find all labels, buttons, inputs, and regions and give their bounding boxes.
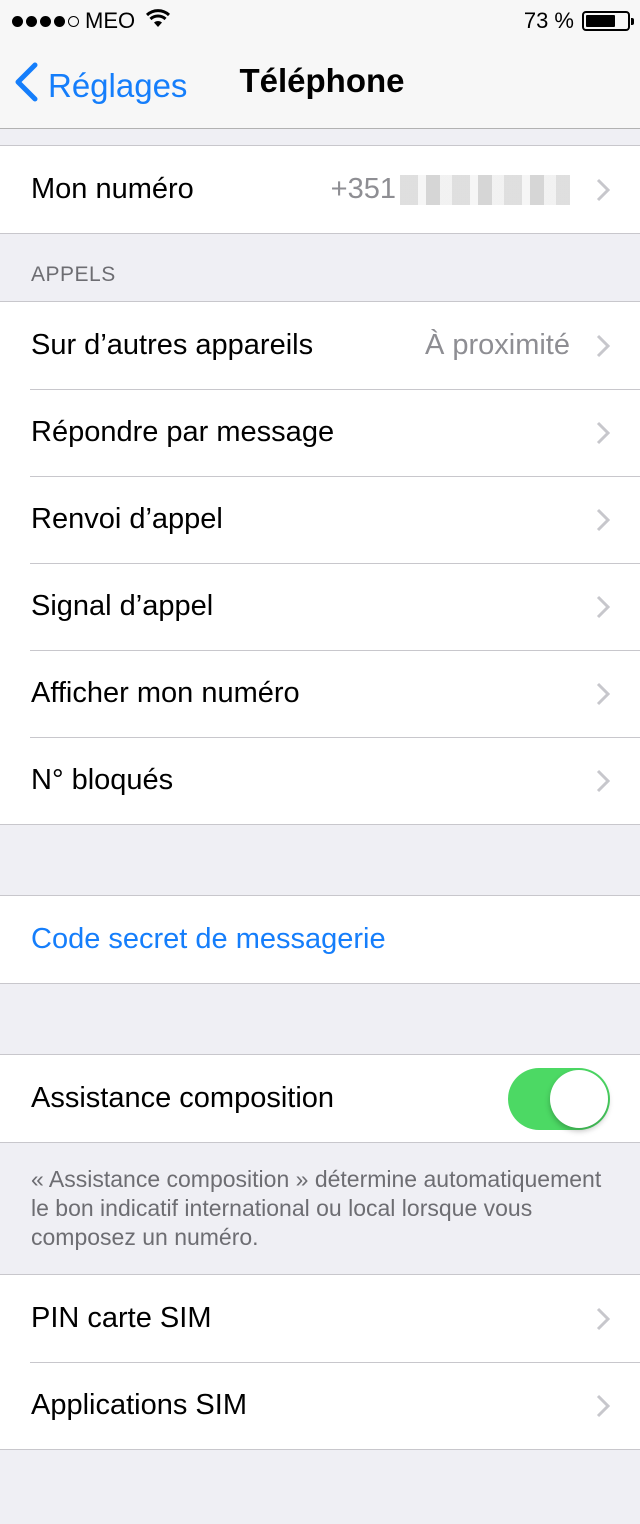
row-label: Afficher mon numéro xyxy=(31,677,300,709)
row-label: Renvoi d’appel xyxy=(31,503,223,535)
row-label: Signal d’appel xyxy=(31,590,214,622)
calls-section-header: APPELS xyxy=(31,263,116,286)
carrier-name: MEO xyxy=(85,8,136,33)
chevron-right-icon xyxy=(596,595,610,618)
status-left: MEO xyxy=(12,8,171,34)
status-right: 73 % xyxy=(523,8,634,34)
dial-assist-footer: « Assistance composition » détermine aut… xyxy=(31,1166,602,1250)
row-label: N° bloqués xyxy=(31,764,174,796)
chevron-right-icon xyxy=(596,769,610,792)
battery-icon xyxy=(582,11,634,31)
my-number-row[interactable]: Mon numéro +351 xyxy=(0,146,640,233)
row-blocked-numbers[interactable]: N° bloqués xyxy=(0,737,640,824)
calls-group: Sur d’autres appareils À proximité Répon… xyxy=(0,301,640,825)
chevron-right-icon xyxy=(596,178,610,201)
spacer xyxy=(0,825,640,895)
chevron-right-icon xyxy=(596,1394,610,1417)
signal-strength-icon xyxy=(12,15,79,27)
dial-assist-row: Assistance composition xyxy=(0,1055,640,1142)
dial-assist-toggle[interactable] xyxy=(508,1068,610,1130)
row-other-devices[interactable]: Sur d’autres appareils À proximité xyxy=(0,302,640,389)
row-value: À proximité xyxy=(424,329,570,361)
chevron-right-icon xyxy=(596,508,610,531)
row-sim-applications[interactable]: Applications SIM xyxy=(0,1362,640,1449)
row-call-waiting[interactable]: Signal d’appel xyxy=(0,563,640,650)
voicemail-password-label: Code secret de messagerie xyxy=(31,923,386,955)
my-number-value: +351 xyxy=(331,173,570,206)
voicemail-group: Code secret de messagerie xyxy=(0,895,640,984)
navigation-bar: Réglages Téléphone xyxy=(0,40,640,129)
voicemail-password-button[interactable]: Code secret de messagerie xyxy=(0,896,640,983)
row-show-caller-id[interactable]: Afficher mon numéro xyxy=(0,650,640,737)
row-reply-with-message[interactable]: Répondre par message xyxy=(0,389,640,476)
redacted-number xyxy=(400,175,570,206)
row-call-forwarding[interactable]: Renvoi d’appel xyxy=(0,476,640,563)
status-bar: MEO 73 % xyxy=(0,0,640,40)
row-label: PIN carte SIM xyxy=(31,1302,212,1334)
row-sim-pin[interactable]: PIN carte SIM xyxy=(0,1275,640,1362)
chevron-right-icon xyxy=(596,421,610,444)
chevron-right-icon xyxy=(596,334,610,357)
row-label: Sur d’autres appareils xyxy=(31,329,314,361)
spacer xyxy=(0,984,640,1054)
dial-assist-group: Assistance composition xyxy=(0,1054,640,1143)
page-title: Téléphone xyxy=(239,62,405,99)
my-number-label: Mon numéro xyxy=(31,173,194,205)
chevron-right-icon xyxy=(596,682,610,705)
row-label: Répondre par message xyxy=(31,416,335,448)
my-number-group: Mon numéro +351 xyxy=(0,145,640,234)
sim-group: PIN carte SIM Applications SIM xyxy=(0,1274,640,1450)
dial-assist-label: Assistance composition xyxy=(31,1082,335,1114)
toggle-knob xyxy=(550,1070,608,1128)
chevron-right-icon xyxy=(596,1307,610,1330)
wifi-icon xyxy=(145,8,171,34)
battery-percentage: 73 % xyxy=(523,8,574,33)
row-label: Applications SIM xyxy=(31,1389,247,1421)
spacer xyxy=(0,129,640,145)
